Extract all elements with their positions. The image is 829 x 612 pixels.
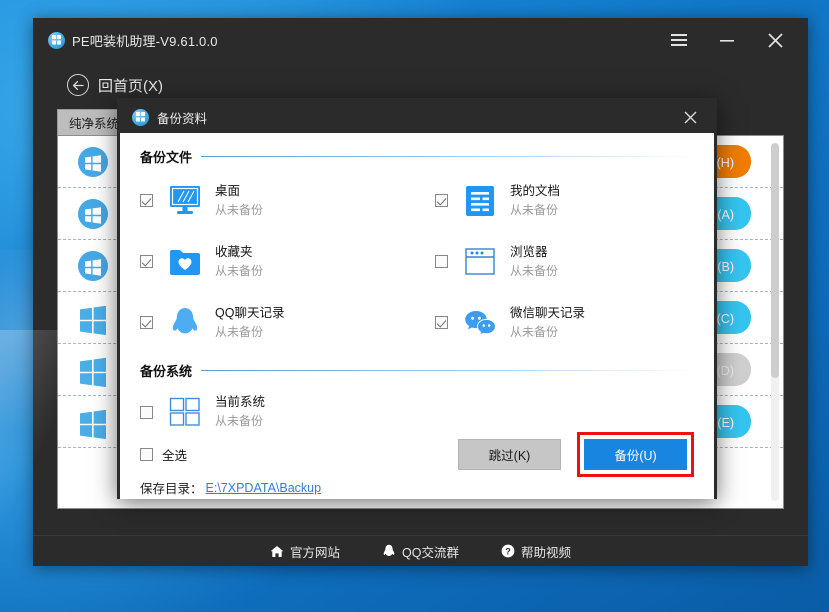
windows-10-logo xyxy=(76,301,110,335)
section-header-backup-system: 备份系统 xyxy=(140,361,694,380)
wechat-bubbles-icon xyxy=(462,305,498,341)
footer-link-label: QQ交流群 xyxy=(402,542,459,561)
item-texts: 收藏夹 从未备份 xyxy=(215,244,263,280)
backup-dialog: 备份资料 备份文件 xyxy=(117,98,717,499)
item-texts: QQ聊天记录 从未备份 xyxy=(215,305,284,341)
save-directory-link[interactable]: E:\7XPDATA\Backup xyxy=(206,481,322,495)
item-subtitle: 从未备份 xyxy=(510,324,585,341)
checkbox-current-system[interactable] xyxy=(140,406,153,419)
checkbox-browser[interactable] xyxy=(435,255,448,268)
item-title: QQ聊天记录 xyxy=(215,305,284,322)
item-subtitle: 从未备份 xyxy=(510,202,560,219)
item-subtitle: 从未备份 xyxy=(215,263,263,280)
arrow-left-circle-icon[interactable] xyxy=(67,74,89,96)
footer-link-help-video[interactable]: ? 帮助视频 xyxy=(501,542,571,561)
browser-window-icon xyxy=(462,244,498,280)
qq-penguin-icon xyxy=(167,305,203,341)
item-subtitle: 从未备份 xyxy=(215,324,284,341)
section-divider xyxy=(201,370,694,371)
item-subtitle: 从未备份 xyxy=(215,202,263,219)
item-texts: 浏览器 从未备份 xyxy=(510,244,558,280)
window-controls xyxy=(658,18,808,62)
select-all-label: 全选 xyxy=(162,445,187,464)
save-directory-row: 保存目录： E:\7XPDATA\Backup xyxy=(140,478,694,497)
section-title: 备份系统 xyxy=(140,361,192,380)
footer-link-official-site[interactable]: 官方网站 xyxy=(270,542,340,561)
checkbox-favorites[interactable] xyxy=(140,255,153,268)
scrollbar-thumb[interactable] xyxy=(771,143,779,378)
backup-item-browser[interactable]: 浏览器 从未备份 xyxy=(435,231,694,292)
skip-button[interactable]: 跳过(K) xyxy=(458,439,561,470)
checkbox-wechat-chat[interactable] xyxy=(435,316,448,329)
section-title: 备份文件 xyxy=(140,147,192,166)
backup-files-grid: 桌面 从未备份 xyxy=(140,170,694,353)
footer-link-label: 帮助视频 xyxy=(521,542,571,561)
dialog-body: 备份文件 xyxy=(120,133,714,499)
minimize-icon[interactable] xyxy=(706,18,748,62)
item-title: 浏览器 xyxy=(510,244,558,261)
desktop-monitor-icon xyxy=(167,183,203,219)
checkbox-desktop[interactable] xyxy=(140,194,153,207)
app-logo-icon xyxy=(48,32,65,49)
item-title: 我的文档 xyxy=(510,183,560,200)
item-subtitle: 从未备份 xyxy=(215,413,265,430)
windows-logo-outline-icon xyxy=(167,394,203,430)
windows-10-logo xyxy=(76,353,110,387)
dialog-title: 备份资料 xyxy=(157,108,207,127)
close-icon[interactable] xyxy=(754,18,796,62)
qq-penguin-icon xyxy=(382,544,396,558)
item-title: 当前系统 xyxy=(215,394,265,411)
dialog-title-bar: 备份资料 xyxy=(120,101,714,133)
desktop-background: PE吧装机助理-V9.61.0.0 回首页(X) 纯净系统(&N) xyxy=(0,0,829,612)
favorites-folder-icon xyxy=(167,244,203,280)
item-title: 收藏夹 xyxy=(215,244,263,261)
dialog-buttons: 跳过(K) 备份(U) xyxy=(458,432,694,477)
title-bar: PE吧装机助理-V9.61.0.0 xyxy=(33,18,808,62)
window-title: PE吧装机助理-V9.61.0.0 xyxy=(72,31,218,50)
footer-link-label: 官方网站 xyxy=(290,542,340,561)
checkbox-qq-chat[interactable] xyxy=(140,316,153,329)
checkbox-select-all[interactable] xyxy=(140,448,153,461)
item-title: 桌面 xyxy=(215,183,263,200)
checkbox-my-documents[interactable] xyxy=(435,194,448,207)
item-texts: 当前系统 从未备份 xyxy=(215,394,265,430)
footer-link-qq-group[interactable]: QQ交流群 xyxy=(382,542,459,561)
menu-icon[interactable] xyxy=(658,18,700,62)
windows-10-logo xyxy=(76,405,110,439)
backup-button-highlight: 备份(U) xyxy=(577,432,694,477)
home-icon xyxy=(270,545,284,558)
item-title: 微信聊天记录 xyxy=(510,305,585,322)
backup-item-wechat-chat[interactable]: 微信聊天记录 从未备份 xyxy=(435,292,694,353)
item-texts: 微信聊天记录 从未备份 xyxy=(510,305,585,341)
close-icon[interactable] xyxy=(674,101,706,133)
backup-item-favorites[interactable]: 收藏夹 从未备份 xyxy=(140,231,435,292)
windows-7-logo xyxy=(76,145,110,179)
backup-item-desktop[interactable]: 桌面 从未备份 xyxy=(140,170,435,231)
back-home-label[interactable]: 回首页(X) xyxy=(98,75,163,96)
footer-bar: 官方网站 QQ交流群 ? 帮助视频 xyxy=(33,536,808,566)
documents-icon xyxy=(462,183,498,219)
item-texts: 桌面 从未备份 xyxy=(215,183,263,219)
section-header-backup-files: 备份文件 xyxy=(140,147,694,166)
backup-item-my-documents[interactable]: 我的文档 从未备份 xyxy=(435,170,694,231)
windows-7-logo xyxy=(76,249,110,283)
backup-button[interactable]: 备份(U) xyxy=(584,439,687,470)
item-subtitle: 从未备份 xyxy=(510,263,558,280)
item-texts: 我的文档 从未备份 xyxy=(510,183,560,219)
save-directory-label: 保存目录： xyxy=(140,478,203,497)
scrollbar[interactable] xyxy=(771,143,779,501)
windows-7-logo xyxy=(76,197,110,231)
svg-text:?: ? xyxy=(505,546,511,556)
app-logo-icon xyxy=(132,109,149,126)
backup-item-qq-chat[interactable]: QQ聊天记录 从未备份 xyxy=(140,292,435,353)
section-divider xyxy=(201,156,694,157)
question-circle-icon: ? xyxy=(501,544,515,558)
